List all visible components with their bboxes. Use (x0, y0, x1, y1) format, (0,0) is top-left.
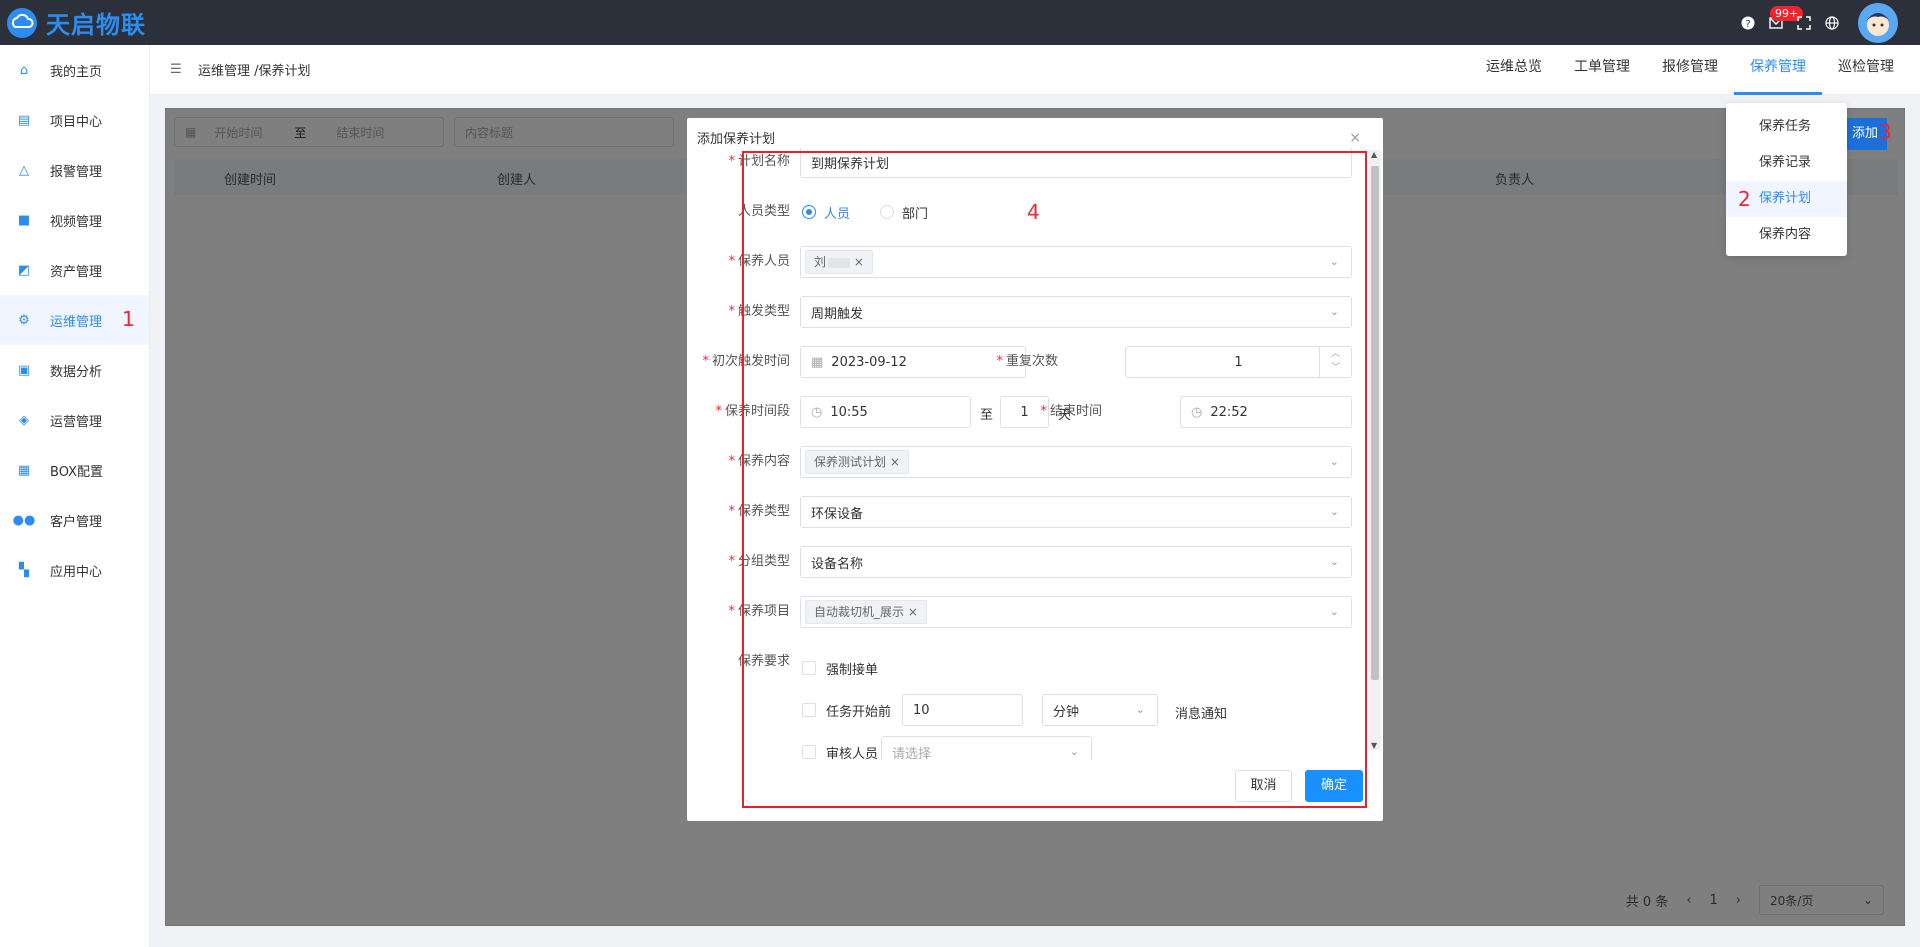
page-header: ☰ 运维管理 /保养计划 运维总览 工单管理 报修管理 保养管理 巡检管理 (150, 45, 1920, 95)
fullscreen-icon[interactable] (1790, 9, 1818, 37)
scroll-thumb[interactable] (1371, 166, 1379, 680)
question-circle-icon[interactable]: ? (1734, 9, 1762, 37)
sidebar-item-alarm[interactable]: △ 报警管理 (0, 145, 149, 195)
avatar[interactable] (1858, 2, 1898, 43)
sidebar-item-operation[interactable]: ◈ 运营管理 (0, 395, 149, 445)
sidebar-item-apps[interactable]: ▚ 应用中心 (0, 545, 149, 595)
modal-scrollbar[interactable]: ▲ ▼ (1369, 150, 1381, 750)
scroll-up-icon[interactable]: ▲ (1371, 150, 1377, 159)
mail-icon[interactable]: 99+ (1762, 5, 1804, 37)
tab-ops-overview[interactable]: 运维总览 (1470, 45, 1558, 95)
project-icon: ▤ (17, 112, 31, 128)
sidebar-item-asset[interactable]: ◩ 资产管理 (0, 245, 149, 295)
sidebar-item-project[interactable]: ▤ 项目中心 (0, 95, 149, 145)
box-icon: ▦ (17, 462, 31, 478)
menu-item-record[interactable]: 保养记录 (1726, 145, 1847, 181)
logo[interactable]: 天启物联 (6, 5, 146, 40)
nav-tabs: 运维总览 工单管理 报修管理 保养管理 巡检管理 (1470, 45, 1910, 95)
globe-icon[interactable] (1818, 9, 1846, 37)
menu-item-content[interactable]: 保养内容 (1726, 217, 1847, 253)
gear-icon: ⚙ (18, 312, 30, 328)
breadcrumb: 运维管理 /保养计划 (198, 64, 311, 79)
sidebar-item-video[interactable]: ■ 视频管理 (0, 195, 149, 245)
apps-icon: ▚ (19, 562, 29, 578)
users-icon: ●● (12, 512, 36, 528)
shield-icon: ◈ (19, 412, 29, 428)
bell-icon: △ (19, 162, 29, 178)
sidebar-item-ops[interactable]: ⚙ 运维管理 1 (0, 295, 149, 345)
sidebar-item-box[interactable]: ▦ BOX配置 (0, 445, 149, 495)
menu-fold-icon[interactable]: ☰ (170, 62, 186, 77)
close-icon[interactable]: × (1349, 130, 1361, 146)
tab-repair[interactable]: 报修管理 (1646, 45, 1734, 95)
menu-item-task[interactable]: 保养任务 (1726, 109, 1847, 145)
highlight-box (742, 151, 1367, 808)
annotation-1: 1 (122, 307, 135, 331)
asset-icon: ◩ (17, 262, 31, 278)
sidebar-item-customer[interactable]: ●● 客户管理 (0, 495, 149, 545)
svg-text:?: ? (1745, 19, 1750, 30)
chart-icon: ▣ (17, 362, 31, 378)
annotation-3: 3 (1879, 120, 1892, 144)
cloud-logo-icon (7, 7, 37, 38)
sidebar: ⌂ 我的主页 ▤ 项目中心 △ 报警管理 ■ 视频管理 ◩ 资产管理 ⚙ 运维管理 1 ▣ 数据… (0, 45, 150, 947)
top-bar: 天启物联 ? 99+ (0, 0, 1920, 45)
video-icon: ■ (17, 212, 31, 228)
sidebar-item-analysis[interactable]: ▣ 数据分析 (0, 345, 149, 395)
home-icon: ⌂ (19, 62, 29, 78)
tab-maintenance[interactable]: 保养管理 (1734, 45, 1822, 95)
tab-workorder[interactable]: 工单管理 (1558, 45, 1646, 95)
scroll-down-icon[interactable]: ▼ (1371, 741, 1377, 750)
logo-text: 天启物联 (46, 11, 146, 39)
menu-item-plan[interactable]: 保养计划 2 (1726, 181, 1847, 217)
annotation-2: 2 (1738, 187, 1751, 211)
sidebar-item-home[interactable]: ⌂ 我的主页 (0, 45, 149, 95)
maintenance-dropdown: 保养任务 保养记录 保养计划 2 保养内容 (1726, 103, 1847, 256)
modal-title: 添加保养计划 (697, 132, 776, 147)
tab-inspection[interactable]: 巡检管理 (1822, 45, 1910, 95)
